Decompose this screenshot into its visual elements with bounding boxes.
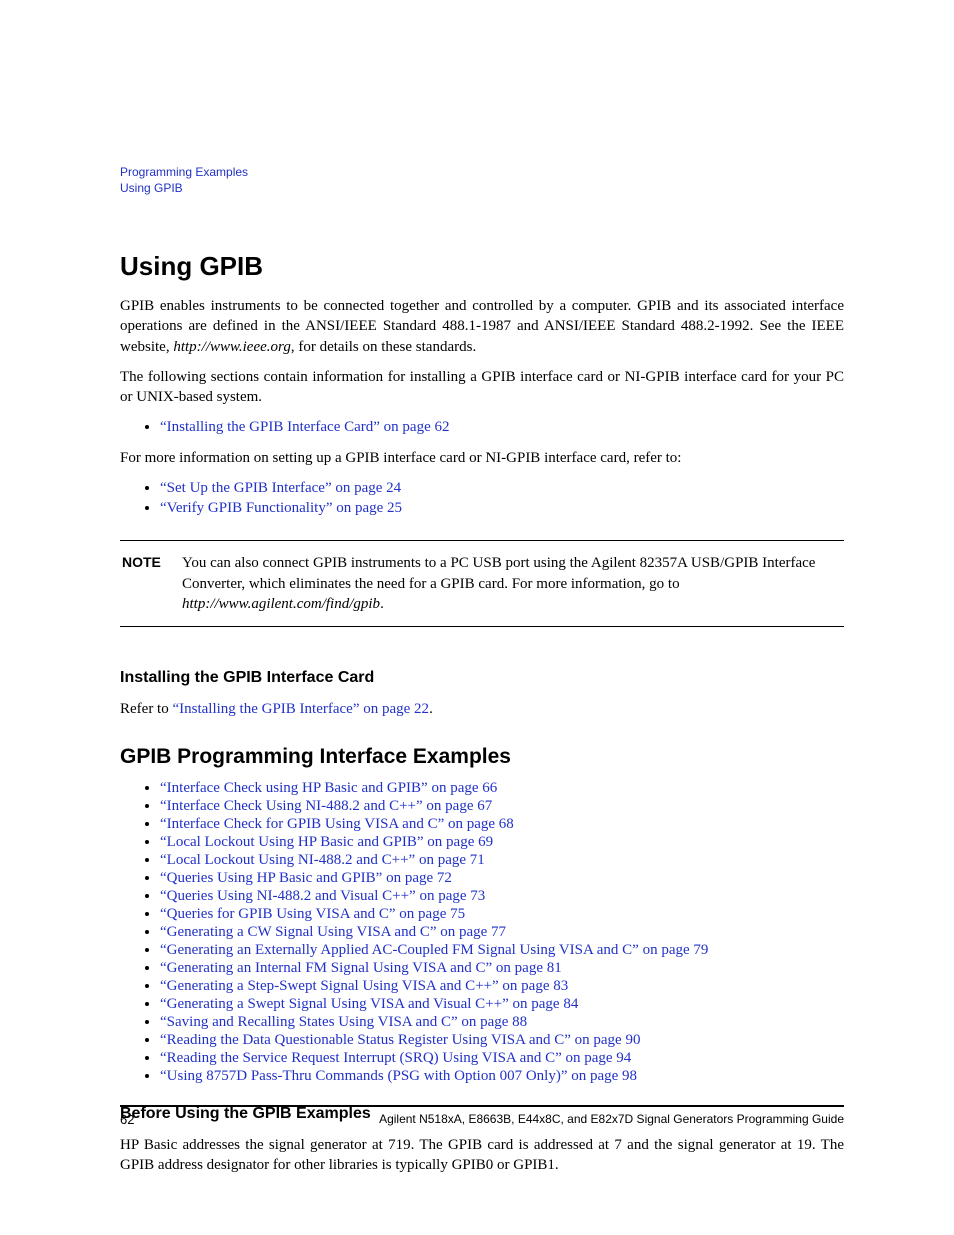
page-number: 62 <box>120 1112 134 1127</box>
xref-link[interactable]: “Saving and Recalling States Using VISA … <box>160 1014 527 1030</box>
list-item: “Generating a Step-Swept Signal Using VI… <box>160 977 844 995</box>
list-examples: “Interface Check using HP Basic and GPIB… <box>120 779 844 1085</box>
xref-link[interactable]: “Queries for GPIB Using VISA and C” on p… <box>160 906 465 922</box>
xref-link[interactable]: “Local Lockout Using HP Basic and GPIB” … <box>160 834 493 850</box>
list-item: “Generating a Swept Signal Using VISA an… <box>160 995 844 1013</box>
footer-title: Agilent N518xA, E8663B, E44x8C, and E82x… <box>379 1112 844 1127</box>
list-item: “Installing the GPIB Interface Card” on … <box>160 417 844 437</box>
heading-gpib-examples: GPIB Programming Interface Examples <box>120 743 844 771</box>
xref-link[interactable]: “Using 8757D Pass-Thru Commands (PSG wit… <box>160 1068 637 1084</box>
xref-link[interactable]: “Verify GPIB Functionality” on page 25 <box>160 500 402 516</box>
xref-link[interactable]: “Interface Check for GPIB Using VISA and… <box>160 816 514 832</box>
list-item: “Verify GPIB Functionality” on page 25 <box>160 498 844 518</box>
page-footer: 62 Agilent N518xA, E8663B, E44x8C, and E… <box>120 1112 844 1127</box>
note-box: NOTE You can also connect GPIB instrumen… <box>120 540 844 627</box>
before-paragraph: HP Basic addresses the signal generator … <box>120 1135 844 1176</box>
xref-link[interactable]: “Generating a Swept Signal Using VISA an… <box>160 996 578 1012</box>
list-item: “Generating an Externally Applied AC-Cou… <box>160 941 844 959</box>
xref-link[interactable]: “Generating a Step-Swept Signal Using VI… <box>160 978 568 994</box>
list-setup-refs: “Set Up the GPIB Interface” on page 24 “… <box>120 478 844 519</box>
list-item: “Interface Check using HP Basic and GPIB… <box>160 779 844 797</box>
body-content: GPIB enables instruments to be connected… <box>120 296 844 1175</box>
list-item: “Generating a CW Signal Using VISA and C… <box>160 923 844 941</box>
list-item: “Reading the Service Request Interrupt (… <box>160 1049 844 1067</box>
xref-link[interactable]: “Installing the GPIB Interface Card” on … <box>160 419 449 435</box>
note-text: You can also connect GPIB instruments to… <box>182 553 842 614</box>
xref-link[interactable]: “Local Lockout Using NI-488.2 and C++” o… <box>160 852 485 868</box>
xref-link[interactable]: “Interface Check using HP Basic and GPIB… <box>160 780 497 796</box>
xref-link[interactable]: “Installing the GPIB Interface” on page … <box>172 701 429 717</box>
list-install-section: “Installing the GPIB Interface Card” on … <box>120 417 844 437</box>
note-label: NOTE <box>122 553 182 614</box>
xref-link[interactable]: “Interface Check Using NI-488.2 and C++”… <box>160 798 492 814</box>
xref-link[interactable]: “Generating an Externally Applied AC-Cou… <box>160 942 708 958</box>
more-info-paragraph: For more information on setting up a GPI… <box>120 448 844 468</box>
footer-rule <box>120 1105 844 1107</box>
list-item: “Queries Using NI-488.2 and Visual C++” … <box>160 887 844 905</box>
list-item: “Using 8757D Pass-Thru Commands (PSG wit… <box>160 1067 844 1085</box>
list-item: “Queries Using HP Basic and GPIB” on pag… <box>160 869 844 887</box>
xref-link[interactable]: “Queries Using HP Basic and GPIB” on pag… <box>160 870 452 886</box>
running-header: Programming Examples Using GPIB <box>120 165 844 196</box>
list-item: “Local Lockout Using NI-488.2 and C++” o… <box>160 851 844 869</box>
list-item: “Reading the Data Questionable Status Re… <box>160 1031 844 1049</box>
xref-link[interactable]: “Set Up the GPIB Interface” on page 24 <box>160 480 401 496</box>
xref-link[interactable]: “Queries Using NI-488.2 and Visual C++” … <box>160 888 485 904</box>
heading-installing-card: Installing the GPIB Interface Card <box>120 667 844 689</box>
list-item: “Interface Check Using NI-488.2 and C++”… <box>160 797 844 815</box>
xref-link[interactable]: “Generating a CW Signal Using VISA and C… <box>160 924 506 940</box>
list-item: “Set Up the GPIB Interface” on page 24 <box>160 478 844 498</box>
header-line2: Using GPIB <box>120 181 844 197</box>
heading-using-gpib: Using GPIB <box>120 251 844 282</box>
list-item: “Queries for GPIB Using VISA and C” on p… <box>160 905 844 923</box>
xref-link[interactable]: “Generating an Internal FM Signal Using … <box>160 960 562 976</box>
list-item: “Local Lockout Using HP Basic and GPIB” … <box>160 833 844 851</box>
list-item: “Generating an Internal FM Signal Using … <box>160 959 844 977</box>
list-item: “Saving and Recalling States Using VISA … <box>160 1013 844 1031</box>
intro-paragraph-1: GPIB enables instruments to be connected… <box>120 296 844 357</box>
intro-paragraph-2: The following sections contain informati… <box>120 367 844 408</box>
list-item: “Interface Check for GPIB Using VISA and… <box>160 815 844 833</box>
document-page: Programming Examples Using GPIB Using GP… <box>0 0 954 1235</box>
xref-link[interactable]: “Reading the Data Questionable Status Re… <box>160 1032 640 1048</box>
install-refer-paragraph: Refer to “Installing the GPIB Interface”… <box>120 699 844 719</box>
xref-link[interactable]: “Reading the Service Request Interrupt (… <box>160 1050 631 1066</box>
header-line1: Programming Examples <box>120 165 844 181</box>
